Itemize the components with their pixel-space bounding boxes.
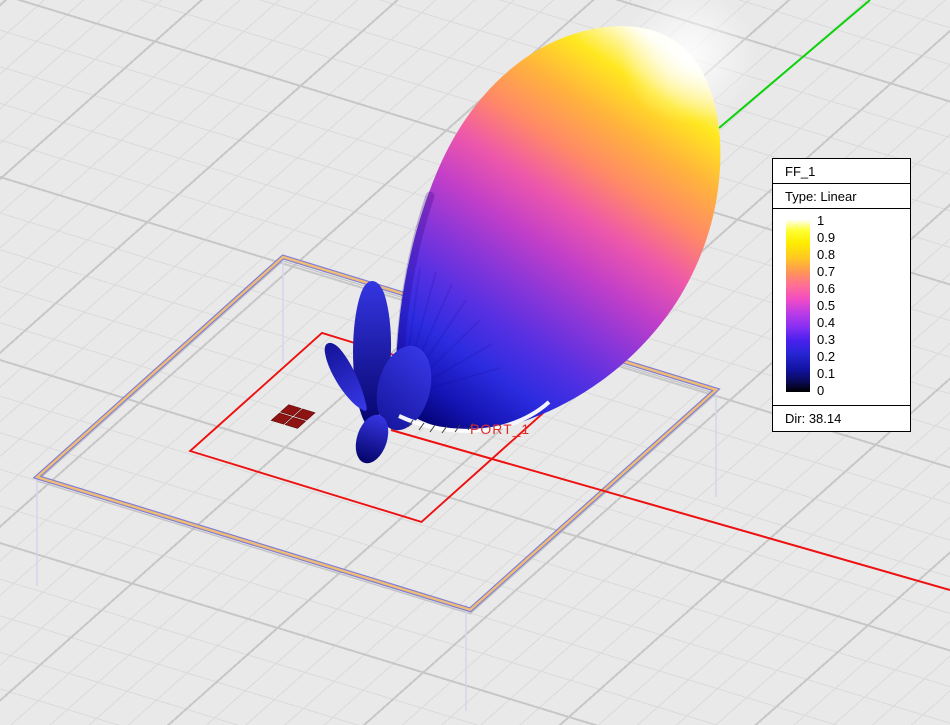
colorbar-tick-label: 0.8 bbox=[817, 247, 836, 262]
colorbar-tick-label: 1 bbox=[817, 213, 825, 228]
colorbar-tick-label: 0 bbox=[817, 383, 825, 398]
legend-dir-label: Dir: 38.14 bbox=[785, 411, 842, 426]
patch-antenna[interactable] bbox=[270, 404, 316, 429]
colorbar-tick-label: 0.7 bbox=[817, 264, 836, 279]
farfield-legend: FF_1 Type: Linear 1 0.9 0.8 0.7 0.6 0.5 0.4 0.3… bbox=[772, 158, 911, 432]
x-axis-line bbox=[390, 429, 950, 591]
colorbar-tick-labels: 1 0.9 0.8 0.7 0.6 0.5 0.4 0.3 0.2 0.1 0 bbox=[817, 214, 835, 397]
legend-type-row: Type: Linear bbox=[773, 184, 910, 209]
port-label: PORT_1 bbox=[470, 421, 530, 437]
colorbar-area: 1 0.9 0.8 0.7 0.6 0.5 0.4 0.3 0.2 0.1 0 bbox=[773, 209, 910, 405]
colorbar-tick-label: 0.3 bbox=[817, 332, 836, 347]
farfield-pattern[interactable] bbox=[324, 0, 756, 467]
legend-title: FF_1 bbox=[785, 163, 816, 179]
viewport-3d[interactable]: PORT_1 FF_1 Type: Linear 1 0.9 0.8 0.7 0.6 0.… bbox=[0, 0, 950, 725]
legend-type-label: Type: Linear bbox=[785, 188, 857, 204]
colorbar-tick-label: 0.9 bbox=[817, 230, 836, 245]
colorbar-tick-label: 0.5 bbox=[817, 298, 836, 313]
colorbar-tick-label: 0.6 bbox=[817, 281, 836, 296]
colorbar-tick-label: 0.4 bbox=[817, 315, 836, 330]
colorbar bbox=[786, 220, 810, 392]
legend-title-row: FF_1 bbox=[773, 159, 910, 184]
legend-dir-row: Dir: 38.14 bbox=[773, 405, 910, 431]
colorbar-tick-label: 0.1 bbox=[817, 366, 836, 381]
colorbar-tick-label: 0.2 bbox=[817, 349, 836, 364]
